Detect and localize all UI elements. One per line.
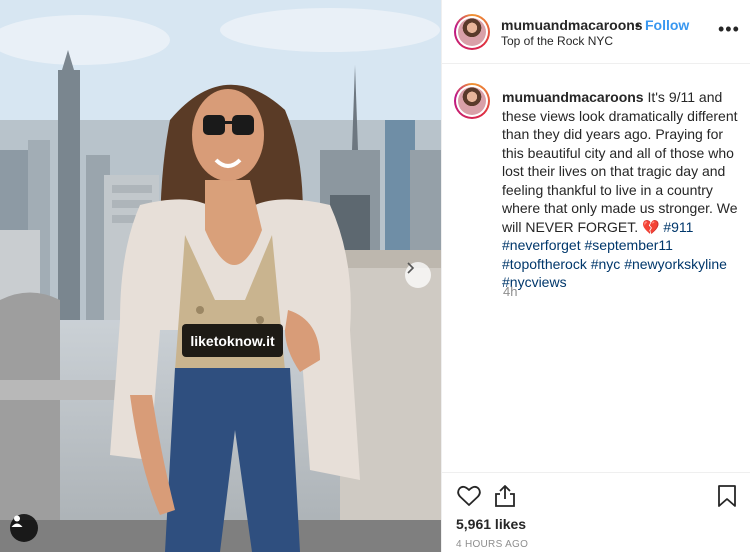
username-link[interactable]: mumuandmacaroons [501, 17, 643, 33]
post-timestamp[interactable]: 4 HOURS AGO [456, 539, 528, 550]
shopping-tag-label[interactable]: liketoknow.it [182, 324, 283, 357]
action-bar: 5,961 likes 4 HOURS AGO [442, 472, 750, 552]
instagram-post: liketoknow.it mumuandmacaroons • Follow … [0, 0, 750, 552]
chevron-right-icon[interactable] [405, 262, 431, 288]
avatar[interactable] [454, 14, 490, 50]
share-icon[interactable] [492, 483, 518, 509]
heart-icon[interactable] [456, 483, 482, 509]
comment-time[interactable]: 4h [503, 284, 517, 299]
hashtag-link[interactable]: #neverforget [502, 237, 581, 253]
caption-username-link[interactable]: mumuandmacaroons [502, 89, 644, 105]
caption-avatar[interactable] [454, 83, 490, 119]
follow-button[interactable]: Follow [645, 17, 689, 33]
post-photo[interactable]: liketoknow.it [0, 0, 441, 552]
hashtag-link[interactable]: #nyc [591, 256, 621, 272]
photo-scene [0, 0, 441, 552]
post-header: mumuandmacaroons • Follow Top of the Roc… [442, 0, 750, 64]
post-sidebar: mumuandmacaroons • Follow Top of the Roc… [441, 0, 750, 552]
caption-text: mumuandmacaroons It's 9/11 and these vie… [502, 88, 738, 292]
location-link[interactable]: Top of the Rock NYC [501, 34, 613, 48]
separator-dot: • [635, 17, 640, 33]
bookmark-icon[interactable] [714, 483, 740, 509]
like-count[interactable]: 5,961 likes [456, 516, 526, 532]
caption-body: It's 9/11 and these views look dramatica… [502, 89, 738, 235]
hashtag-link[interactable]: #911 [663, 219, 693, 235]
ellipsis-icon[interactable]: ••• [718, 20, 740, 38]
hashtag-link[interactable]: #september11 [585, 237, 673, 253]
hashtag-link[interactable]: #newyorkskyline [624, 256, 727, 272]
hashtag-link[interactable]: #topoftherock [502, 256, 587, 272]
person-icon[interactable] [10, 514, 38, 542]
